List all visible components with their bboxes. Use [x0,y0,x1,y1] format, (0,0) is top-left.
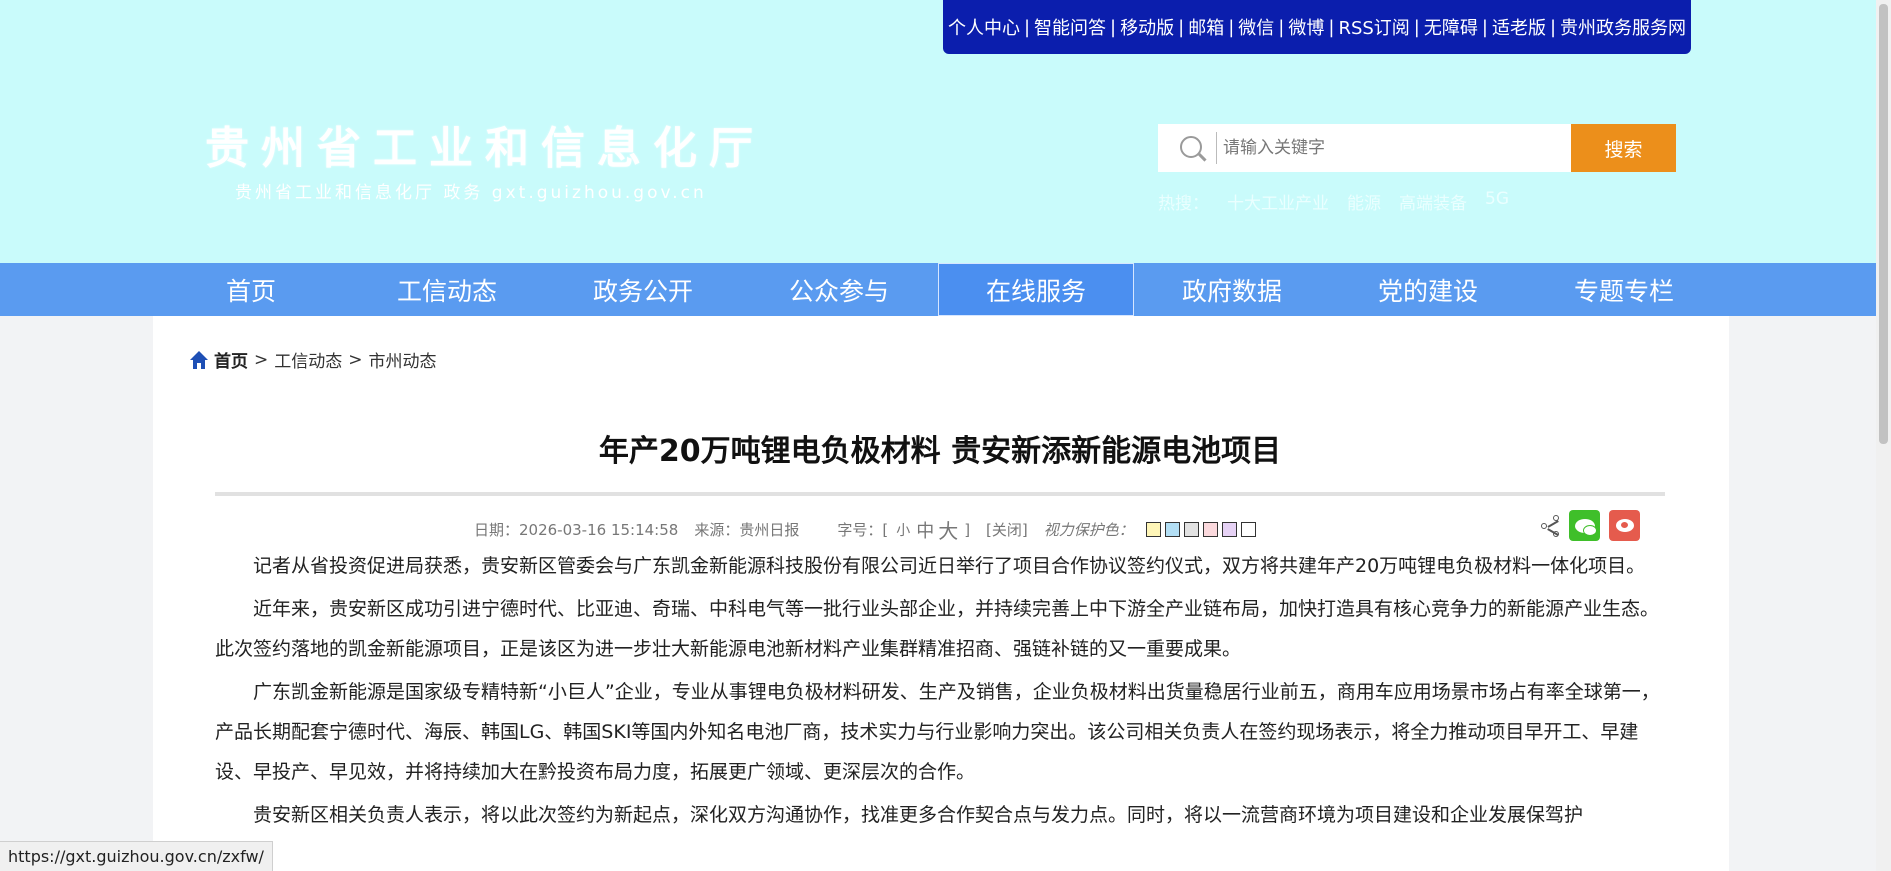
breadcrumb-separator: > [254,349,269,370]
nav-item-public-participation[interactable]: 公众参与 [741,263,937,316]
search-button[interactable]: 搜索 [1571,124,1676,172]
separator: | [1413,16,1420,38]
article-paragraph: 贵安新区相关负责人表示，将以此次签约为新起点，深化双方沟通协作，找准更多合作契合… [253,804,1584,826]
nav-item-party-building[interactable]: 党的建设 [1330,263,1526,316]
article-source: 来源：贵州日报 [694,521,800,539]
separator: | [1178,16,1185,38]
search-input[interactable] [1216,132,1571,164]
top-link-weibo[interactable]: 微博 [1288,14,1324,40]
site-logo[interactable]: 贵州省工业和信息化厅 贵州省工业和信息化厅 政务 gxt.guizhou.gov… [205,112,805,203]
breadcrumb-separator: > [348,349,363,370]
article-body: 记者从省投资促进局获悉，贵安新区管委会与广东凯金新能源科技股份有限公司近日举行了… [215,546,1665,838]
article-paragraph: 记者从省投资促进局获悉，贵安新区管委会与广东凯金新能源科技股份有限公司近日举行了… [253,555,1646,577]
logo-subtitle: 贵州省工业和信息化厅 政务 gxt.guizhou.gov.cn [235,183,707,203]
status-url-bar: https://gxt.guizhou.gov.cn/zxfw/ [0,841,273,871]
top-link-elderly[interactable]: 适老版 [1492,14,1546,40]
separator: | [1481,16,1488,38]
home-icon [190,350,208,369]
top-link-smart-qa[interactable]: 智能问答 [1034,14,1106,40]
separator: | [1278,16,1285,38]
separator: | [1228,16,1235,38]
top-links-bar: 个人中心 | 智能问答 | 移动版 | 邮箱 | 微信 | 微博 | RSS订阅 | 无障碍 |… [943,0,1691,54]
hot-search: 热搜： 十大工业产业 能源 高端装备 5G [1158,189,1509,214]
nav-item-online-service[interactable]: 在线服务 [938,263,1134,316]
font-size-label: 字号：[ [837,521,889,539]
scrollbar-thumb[interactable] [1879,4,1888,444]
hot-search-term[interactable]: 能源 [1347,189,1381,214]
separator: | [1023,16,1031,38]
article-meta: 日期：2026-03-16 15:14:58 来源：贵州日报 字号：[ 小 中 … [474,515,1256,544]
breadcrumb-home[interactable]: 首页 [214,347,248,372]
search-icon [1158,124,1207,172]
hot-search-term[interactable]: 十大工业产业 [1227,189,1329,214]
main-nav: 首页 工信动态 政务公开 公众参与 在线服务 政府数据 党的建设 专题专栏 [0,263,1891,316]
sight-color-purple[interactable] [1221,522,1237,537]
separator: | [1328,16,1335,38]
nav-item-special-topics[interactable]: 专题专栏 [1526,263,1722,316]
top-link-accessibility[interactable]: 无障碍 [1424,14,1478,40]
title-divider [215,492,1665,496]
hot-search-label: 热搜： [1158,194,1209,214]
sight-protection-label: 视力保护色： [1043,521,1134,539]
share-icon[interactable] [1541,511,1563,541]
article-paragraph: 近年来，贵安新区成功引进宁德时代、比亚迪、奇瑞、中科电气等一批行业头部企业，并持… [215,598,1660,660]
nav-item-gov-data[interactable]: 政府数据 [1134,263,1330,316]
site-header: 个人中心 | 智能问答 | 移动版 | 邮箱 | 微信 | 微博 | RSS订阅 | 无障碍 |… [0,0,1891,263]
weibo-icon [1615,519,1634,532]
sight-color-white[interactable] [1240,522,1256,537]
share-wechat-button[interactable] [1569,510,1600,541]
sight-color-gray[interactable] [1183,522,1199,537]
nav-item-news[interactable]: 工信动态 [349,263,545,316]
font-size-medium[interactable]: 中 [916,517,934,543]
article-title: 年产20万吨锂电负极材料 贵安新添新能源电池项目 [598,434,1282,469]
article-paragraph: 广东凯金新能源是国家级专精特新“小巨人”企业，专业从事锂电负极材料研发、生产及销… [215,681,1660,783]
sight-color-yellow[interactable] [1145,522,1161,537]
logo-title: 贵州省工业和信息化厅 [205,123,765,174]
search-box [1158,124,1571,172]
separator: | [1110,16,1117,38]
font-size-large[interactable]: 大 [938,515,958,544]
sight-color-blue[interactable] [1164,522,1180,537]
top-link-personal-center[interactable]: 个人中心 [948,14,1020,40]
hot-search-term[interactable]: 5G [1485,189,1509,214]
breadcrumb-item-city-news[interactable]: 市州动态 [369,347,437,372]
scrollbar[interactable] [1876,0,1891,871]
separator: | [1549,16,1557,38]
breadcrumb-item-news[interactable]: 工信动态 [274,347,342,372]
nav-item-gov-affairs[interactable]: 政务公开 [545,263,741,316]
top-link-wechat[interactable]: 微信 [1238,14,1274,40]
top-link-mail[interactable]: 邮箱 [1188,14,1224,40]
top-link-rss[interactable]: RSS订阅 [1338,14,1409,40]
top-link-mobile[interactable]: 移动版 [1120,14,1174,40]
wechat-icon [1574,518,1597,536]
top-link-gov-service[interactable]: 贵州政务服务网 [1560,14,1686,40]
sight-color-pink[interactable] [1202,522,1218,537]
share-weibo-button[interactable] [1609,510,1640,541]
breadcrumb: 首页 > 工信动态 > 市州动态 [190,347,437,372]
close-link[interactable]: [关闭] [986,519,1028,540]
font-size-small[interactable]: 小 [896,520,910,540]
nav-item-home[interactable]: 首页 [153,263,349,316]
article-date: 日期：2026-03-16 15:14:58 [474,521,679,539]
font-size-bracket: ] [964,520,971,539]
hot-search-term[interactable]: 高端装备 [1399,189,1467,214]
